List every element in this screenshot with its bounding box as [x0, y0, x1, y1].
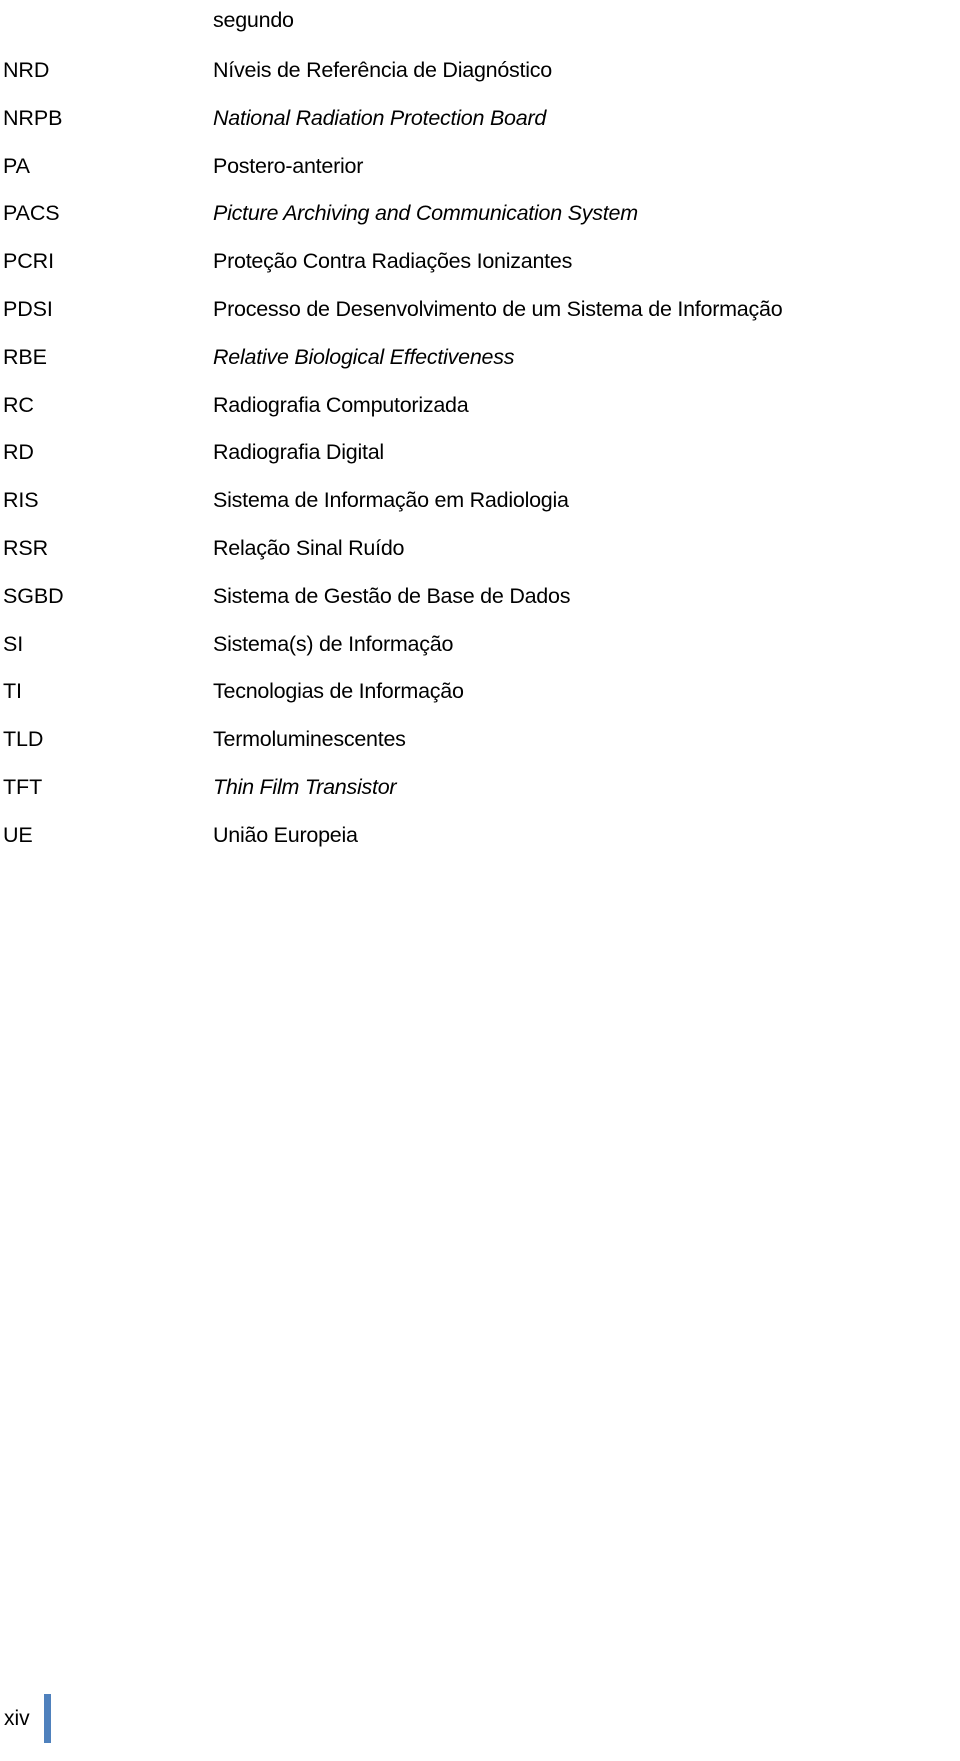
glossary-abbreviation: TFT	[3, 774, 43, 799]
glossary-row: PACS Picture Archiving and Communication …	[0, 190, 960, 238]
glossary-definition: segundo	[213, 8, 294, 32]
glossary-definition: União Europeia	[213, 822, 358, 847]
glossary-abbreviation: TLD	[3, 727, 44, 752]
glossary-row: PCRI Proteção Contra Radiações Ionizantes	[0, 238, 960, 286]
glossary-definition: National Radiation Protection Board	[213, 105, 547, 130]
glossary-abbreviation: RBE	[3, 344, 47, 369]
glossary-abbreviation: RC	[3, 392, 34, 417]
glossary-definition: Relative Biological Effectiveness	[213, 344, 515, 369]
glossary-definition: Sistema(s) de Informação	[213, 631, 454, 656]
glossary-abbreviation: PA	[3, 153, 30, 178]
glossary-abbreviation: PDSI	[3, 296, 53, 321]
glossary-row: RD Radiografia Digital	[0, 429, 960, 477]
glossary-row: RBE Relative Biological Effectiveness	[0, 334, 960, 382]
glossary-row: SI Sistema(s) de Informação	[0, 621, 960, 669]
glossary-definition: Sistema de Gestão de Base de Dados	[213, 583, 571, 608]
glossary-row: RC Radiografia Computorizada	[0, 382, 960, 430]
glossary-abbreviation: NRPB	[3, 105, 63, 130]
glossary-definition: Postero-anterior	[213, 153, 364, 178]
glossary-row: segundo	[0, 0, 960, 47]
glossary-abbreviation: SGBD	[3, 583, 64, 608]
glossary-abbreviation: SI	[3, 631, 24, 656]
glossary-definition: Sistema de Informação em Radiologia	[213, 488, 569, 513]
glossary-definition: Processo de Desenvolvimento de um Sistem…	[213, 296, 783, 321]
glossary-abbreviation: TI	[3, 679, 22, 704]
glossary-abbreviation: RD	[3, 440, 34, 465]
footer-inner: xiv	[4, 1694, 51, 1743]
glossary-definition: Radiografia Digital	[213, 440, 384, 465]
glossary-row: TI Tecnologias de Informação	[0, 668, 960, 716]
glossary-abbreviation: RSR	[3, 535, 49, 560]
glossary-definition: Proteção Contra Radiações Ionizantes	[213, 249, 573, 274]
glossary-abbreviation: UE	[3, 822, 33, 847]
glossary-definition: Níveis de Referência de Diagnóstico	[213, 58, 553, 82]
glossary-definition: Picture Archiving and Communication Syst…	[213, 201, 638, 226]
glossary-list: segundo NRD Níveis de Referência de Diagnó…	[0, 0, 960, 860]
page-footer: xiv	[0, 1651, 960, 1761]
glossary-row: NRD Níveis de Referência de Diagnóstico	[0, 47, 960, 95]
glossary-row: SGBD Sistema de Gestão de Base de Dados	[0, 573, 960, 621]
glossary-row: UE União Europeia	[0, 812, 960, 860]
footer-accent-rule	[43, 1694, 51, 1743]
glossary-definition: Relação Sinal Ruído	[213, 535, 405, 560]
glossary-definition: Thin Film Transistor	[213, 774, 397, 799]
glossary-abbreviation: PACS	[3, 201, 60, 226]
glossary-abbreviation: PCRI	[3, 249, 54, 274]
glossary-abbreviation: RIS	[3, 488, 39, 513]
glossary-definition: Tecnologias de Informação	[213, 679, 464, 704]
glossary-definition: Radiografia Computorizada	[213, 392, 469, 417]
glossary-row: RIS Sistema de Informação em Radiologia	[0, 477, 960, 525]
glossary-row: PA Postero-anterior	[0, 143, 960, 191]
glossary-row: PDSI Processo de Desenvolvimento de um Si…	[0, 286, 960, 334]
glossary-abbreviation: NRD	[3, 58, 50, 82]
glossary-row: TFT Thin Film Transistor	[0, 764, 960, 812]
glossary-row: TLD Termoluminescentes	[0, 716, 960, 764]
glossary-row: RSR Relação Sinal Ruído	[0, 525, 960, 573]
glossary-row: NRPB National Radiation Protection Board	[0, 95, 960, 143]
glossary-definition: Termoluminescentes	[213, 727, 406, 752]
page-number: xiv	[4, 1707, 30, 1730]
